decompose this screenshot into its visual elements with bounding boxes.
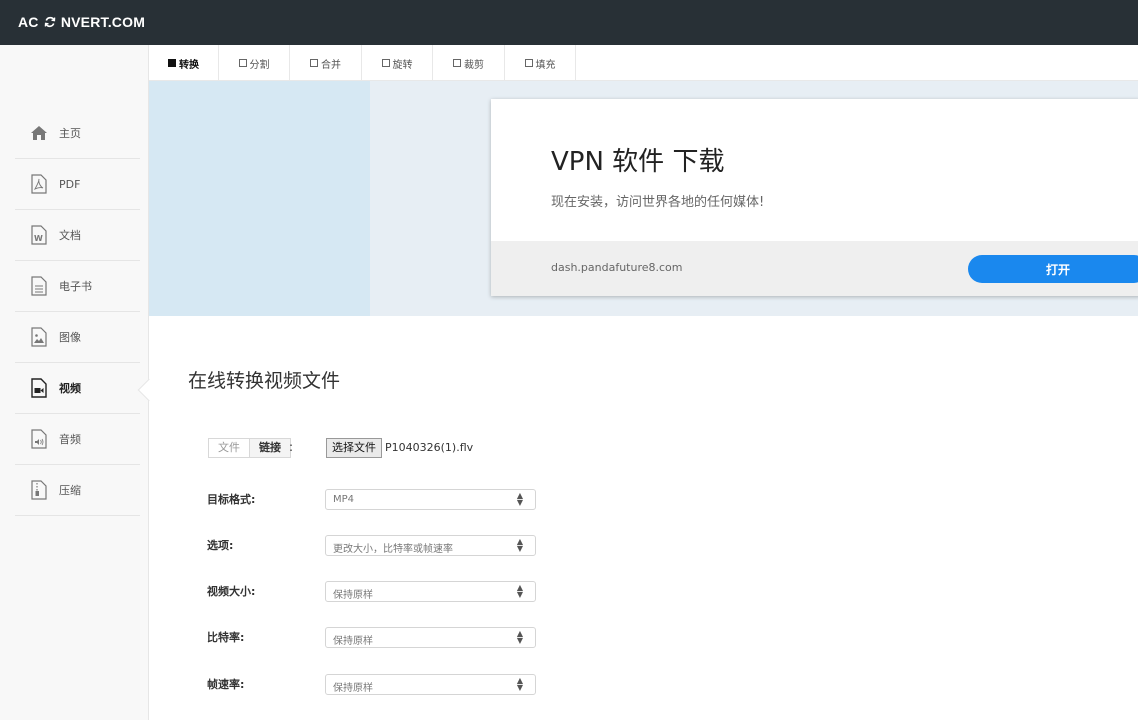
- select-value: 更改大小，比特率或帧速率: [333, 544, 453, 555]
- tab-pad[interactable]: 填充: [505, 45, 576, 81]
- home-icon: [29, 122, 49, 144]
- ebook-icon: [29, 275, 49, 297]
- select-value: 保持原样: [333, 683, 373, 694]
- page-title: 在线转换视频文件: [188, 370, 341, 392]
- svg-text:W: W: [34, 234, 43, 243]
- word-document-icon: W: [29, 224, 49, 246]
- ad-subtitle: 现在安装，访问世界各地的任何媒体!: [551, 195, 765, 210]
- checkbox-icon: [168, 59, 176, 67]
- tab-label: 转换: [179, 59, 199, 71]
- tab-label: 合并: [321, 59, 341, 71]
- tab-label: 填充: [535, 59, 556, 71]
- video-icon: [29, 377, 49, 399]
- options-label: 选项:: [207, 539, 234, 552]
- frame-rate-label: 帧速率:: [207, 678, 245, 691]
- sidebar-item-ebook[interactable]: 电子书: [15, 261, 140, 312]
- select-arrows-icon: ▲ ▼: [516, 629, 523, 645]
- video-size-select[interactable]: 保持原样 ▲ ▼: [325, 581, 536, 602]
- ad-side-panel: [149, 81, 370, 316]
- sync-icon: [44, 0, 56, 45]
- tab-crop[interactable]: 裁剪: [433, 45, 505, 81]
- source-toggle: 文件 链接: [208, 438, 291, 458]
- sidebar-item-image[interactable]: 图像: [15, 312, 140, 363]
- sidebar-item-video[interactable]: 视频: [15, 363, 140, 414]
- checkbox-icon: [453, 59, 461, 67]
- sidebar-item-label: 音频: [59, 433, 81, 446]
- logo-text-end: NVERT.COM: [60, 14, 146, 30]
- sidebar-item-archive[interactable]: 压缩: [15, 465, 140, 516]
- sidebar-item-label: PDF: [59, 177, 81, 191]
- tool-tabs: 转换 分割 合并 旋转 裁剪 填充: [149, 45, 1138, 81]
- site-logo[interactable]: AC NVERT.COM: [18, 0, 145, 45]
- tab-rotate[interactable]: 旋转: [362, 45, 433, 81]
- tab-convert[interactable]: 转换: [149, 45, 219, 81]
- image-icon: [29, 326, 49, 348]
- select-value: 保持原样: [333, 636, 373, 647]
- options-select[interactable]: 更改大小，比特率或帧速率 ▲ ▼: [325, 535, 536, 556]
- sidebar-item-label: 电子书: [59, 280, 92, 293]
- logo-text-start: AC: [18, 14, 39, 30]
- bitrate-label: 比特率:: [207, 631, 245, 644]
- ad-banner-area: VPN 软件 下载 现在安装，访问世界各地的任何媒体! dash.pandafu…: [149, 81, 1138, 316]
- sidebar-item-home[interactable]: 主页: [15, 108, 140, 159]
- bitrate-select[interactable]: 保持原样 ▲ ▼: [325, 627, 536, 648]
- ad-open-button[interactable]: 打开: [968, 255, 1138, 283]
- checkbox-icon: [381, 59, 390, 67]
- sidebar-item-label: 视频: [59, 382, 81, 395]
- top-header: AC NVERT.COM: [0, 0, 1138, 45]
- select-value: MP4: [333, 494, 355, 505]
- ad-footer: dash.pandafuture8.com 打开: [491, 241, 1138, 296]
- checkbox-icon: [238, 59, 247, 67]
- sidebar-item-document[interactable]: W 文档: [15, 210, 140, 261]
- select-arrows-icon: ▲ ▼: [516, 491, 523, 507]
- sidebar-item-label: 文档: [59, 229, 81, 242]
- select-arrows-icon: ▲ ▼: [516, 583, 523, 599]
- sidebar-item-label: 压缩: [59, 484, 81, 497]
- target-format-label: 目标格式:: [207, 493, 256, 506]
- active-indicator-notch: [137, 378, 161, 402]
- tab-label: 分割: [249, 59, 270, 71]
- ad-card[interactable]: VPN 软件 下载 现在安装，访问世界各地的任何媒体! dash.pandafu…: [491, 99, 1138, 296]
- sidebar-item-label: 图像: [59, 331, 81, 344]
- tab-label: 旋转: [392, 59, 413, 71]
- sidebar-item-label: 主页: [59, 127, 81, 140]
- checkbox-icon: [310, 59, 318, 67]
- frame-rate-select[interactable]: 保持原样 ▲ ▼: [325, 674, 536, 695]
- select-value: 保持原样: [333, 590, 373, 601]
- video-size-label: 视频大小:: [207, 585, 256, 598]
- sidebar: 主页 PDF W 文档 电子书 图像 视频 音频 压缩: [0, 45, 161, 720]
- sidebar-item-pdf[interactable]: PDF: [15, 159, 140, 210]
- select-arrows-icon: ▲ ▼: [516, 676, 523, 692]
- pdf-icon: [29, 173, 49, 195]
- tab-split[interactable]: 分割: [219, 45, 290, 81]
- checkbox-icon: [524, 59, 533, 67]
- select-arrows-icon: ▲ ▼: [516, 537, 523, 553]
- audio-icon: [29, 428, 49, 450]
- ad-url: dash.pandafuture8.com: [551, 261, 683, 274]
- source-file-tab[interactable]: 文件: [209, 439, 250, 457]
- tab-merge[interactable]: 合并: [290, 45, 362, 81]
- target-format-select[interactable]: MP4 ▲ ▼: [325, 489, 536, 510]
- sidebar-item-audio[interactable]: 音频: [15, 414, 140, 465]
- source-link-tab[interactable]: 链接: [250, 439, 290, 457]
- archive-icon: [29, 479, 49, 501]
- ad-title: VPN 软件 下载: [551, 147, 725, 177]
- tab-label: 裁剪: [464, 59, 484, 71]
- selected-file-name: P1040326(1).flv: [385, 441, 474, 454]
- choose-file-button[interactable]: 选择文件: [326, 438, 382, 458]
- source-colon: :: [289, 440, 294, 454]
